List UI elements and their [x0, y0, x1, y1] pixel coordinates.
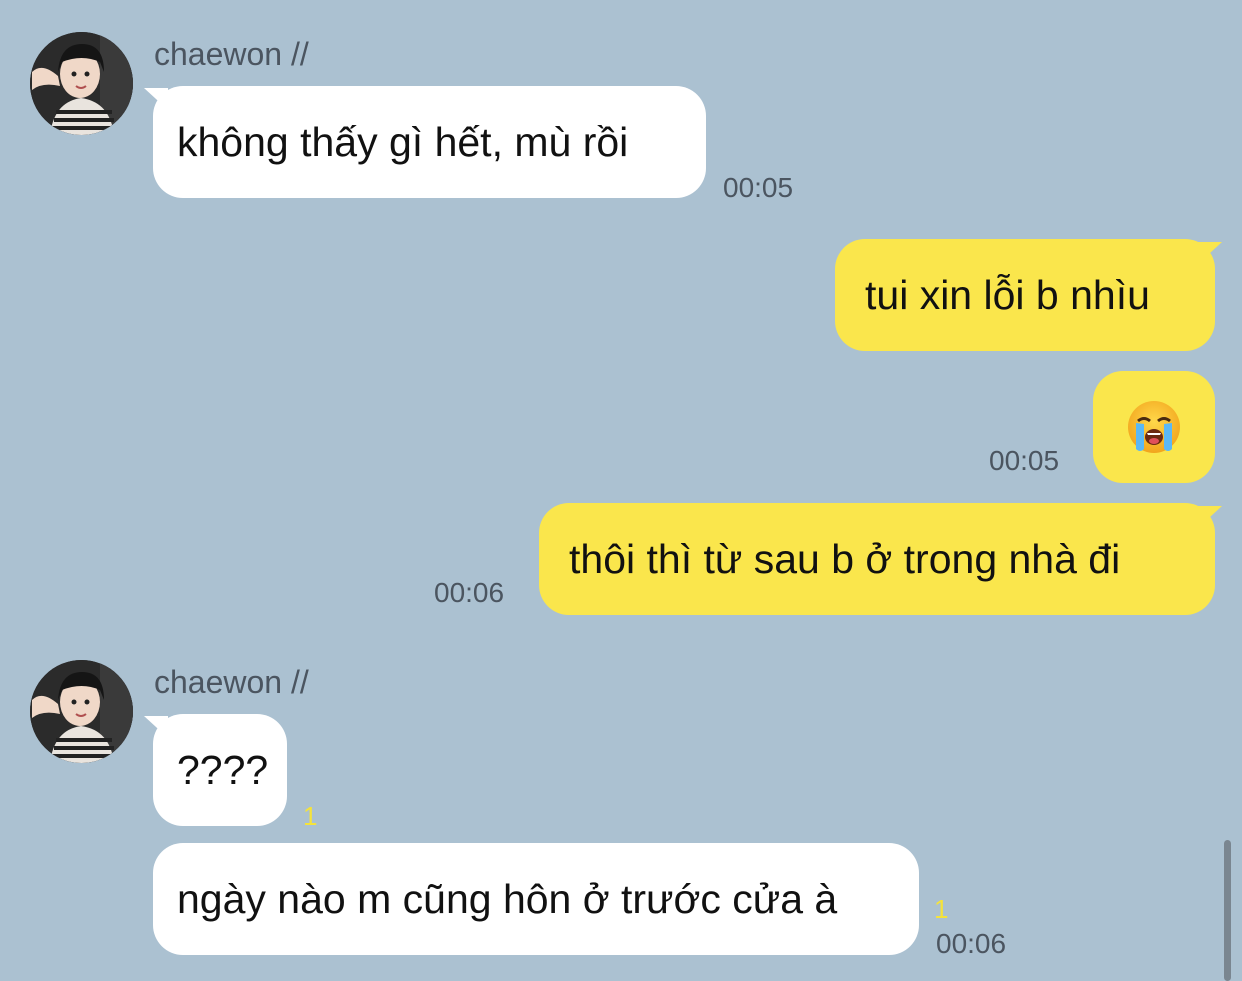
message-time: 00:05 — [723, 172, 794, 203]
sender-name: chaewon // — [154, 664, 309, 700]
message-text: ngày nào m cũng hôn ở trước cửa à — [177, 875, 838, 922]
message-bubble-incoming[interactable]: không thấy gì hết, mù rồi — [153, 86, 706, 198]
message-text: thôi thì từ sau b ở trong nhà đi — [569, 535, 1121, 582]
scrollbar[interactable] — [1224, 840, 1231, 981]
chat-view: chaewon // không thấy gì hết, mù rồi 00:… — [0, 0, 1242, 981]
message-time: 00:05 — [989, 445, 1060, 476]
loudly-crying-face-icon — [1128, 401, 1180, 453]
message-bubble-incoming[interactable]: ???? — [153, 714, 287, 826]
sender-name: chaewon // — [154, 36, 309, 72]
message-time: 00:06 — [936, 928, 1007, 959]
message-text: không thấy gì hết, mù rồi — [177, 118, 629, 165]
message-text: tui xin lỗi b nhìu — [865, 271, 1150, 318]
message-bubble-outgoing[interactable]: tui xin lỗi b nhìu — [835, 239, 1215, 351]
message-time: 00:06 — [434, 577, 505, 608]
sender-avatar[interactable] — [30, 660, 133, 763]
unread-count: 1 — [934, 894, 949, 924]
message-bubble-outgoing[interactable]: thôi thì từ sau b ở trong nhà đi — [539, 503, 1215, 615]
message-bubble-incoming[interactable]: ngày nào m cũng hôn ở trước cửa à — [153, 843, 919, 955]
message-text: ???? — [177, 746, 269, 793]
message-bubble-outgoing[interactable] — [1093, 371, 1215, 483]
sender-avatar[interactable] — [30, 32, 133, 135]
unread-count: 1 — [303, 801, 318, 831]
